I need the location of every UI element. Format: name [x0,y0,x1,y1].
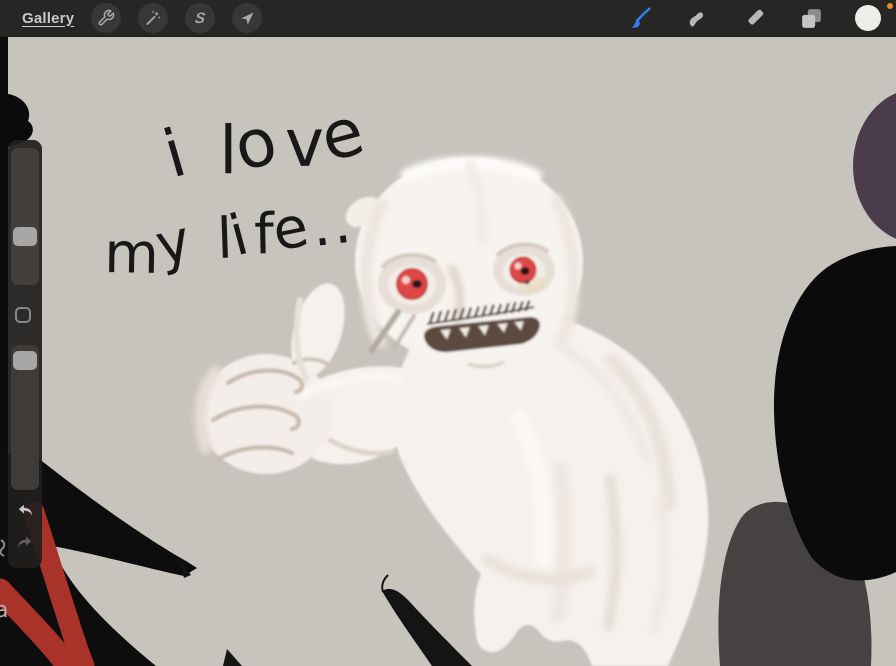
toolbar-right-group [627,5,896,31]
artwork-svg: a i love my life.. [0,0,896,666]
smudge-tool-button[interactable] [684,5,710,31]
wrench-icon [98,9,115,26]
recording-indicator-dot [887,3,893,9]
paint-tool-button[interactable] [627,5,653,31]
color-swatch-button[interactable] [855,5,881,31]
actions-button[interactable] [91,3,122,33]
transform-button[interactable] [232,3,263,33]
gallery-button[interactable]: Gallery [22,10,74,27]
sidebar-tools [8,140,42,568]
drawing-canvas[interactable]: a i love my life.. [0,0,896,666]
brush-size-slider[interactable] [11,148,39,285]
brush-size-handle[interactable] [13,227,37,246]
undo-arrow-icon [18,504,32,516]
redo-button[interactable] [14,532,36,554]
opacity-handle[interactable] [13,351,37,370]
undo-button[interactable] [14,500,36,522]
adjustments-button[interactable] [138,3,169,33]
erase-tool-button[interactable] [741,5,767,31]
selection-button[interactable]: S [185,3,216,33]
layers-icon [801,8,821,28]
edge-letter: a [0,598,8,623]
layers-button[interactable] [798,5,824,31]
eraser-icon [747,9,763,25]
redo-arrow-icon [18,536,32,548]
opacity-slider[interactable] [11,345,39,490]
top-toolbar: Gallery S [0,0,896,37]
magic-wand-icon [146,11,161,25]
modify-button[interactable] [15,307,31,323]
toolbar-left-group: Gallery S [0,3,263,33]
smudge-finger-icon [689,11,703,26]
selection-s-icon: S [194,9,207,27]
paintbrush-icon [631,7,651,28]
transform-arrow-icon [241,11,254,25]
